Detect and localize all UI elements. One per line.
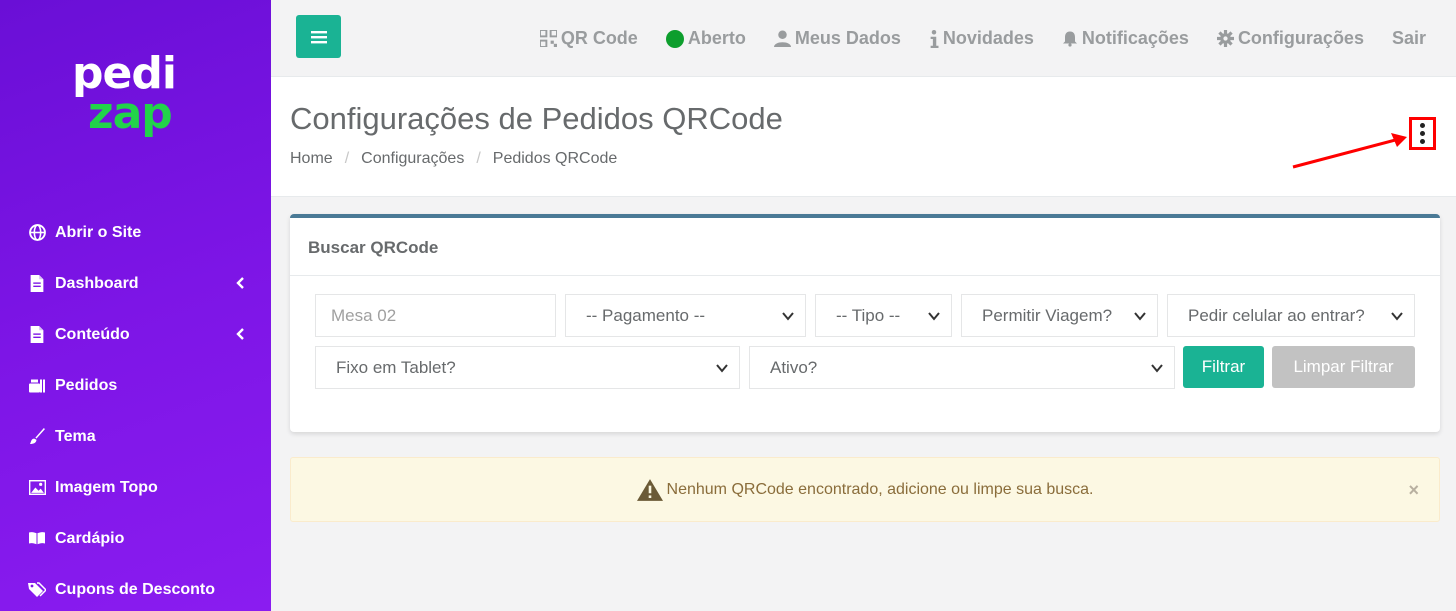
nav-status-aberto[interactable]: Aberto xyxy=(665,28,746,49)
nav-qrcode-label: QR Code xyxy=(560,28,638,48)
tablet-select[interactable]: Fixo em Tablet? xyxy=(315,346,740,389)
chevron-down-icon xyxy=(1151,364,1163,373)
food-icon xyxy=(28,377,46,395)
nav-novidades-label: Novidades xyxy=(942,28,1034,48)
sidebar-item-label: Pedidos xyxy=(55,376,118,394)
bell-icon xyxy=(1062,30,1078,47)
nav-meus-dados[interactable]: Meus Dados xyxy=(773,28,901,49)
nav-configuracoes-label: Configurações xyxy=(1237,28,1364,48)
info-icon xyxy=(929,29,939,48)
mesa-input-placeholder: Mesa 02 xyxy=(331,305,397,325)
book-icon xyxy=(28,530,46,548)
brush-icon xyxy=(28,428,46,446)
nav-aberto-label: Aberto xyxy=(687,28,746,48)
pagamento-select-value: -- Pagamento -- xyxy=(586,305,706,325)
chevron-down-icon xyxy=(782,312,794,321)
image-icon xyxy=(28,479,46,497)
logo-text-zap: zap xyxy=(88,88,173,139)
sidebar-item-imagem-topo[interactable]: Imagem Topo xyxy=(0,462,271,513)
alert-message: Nenhum QRCode encontrado, adicione ou li… xyxy=(666,480,1094,498)
sidebar-nav: Abrir o Site Dashboard Conteúdo Pedidos xyxy=(0,207,271,611)
page-title: Configurações de Pedidos QRCode xyxy=(290,101,783,136)
status-dot-icon xyxy=(665,29,684,48)
top-nav-links: QR Code Aberto Meus Dados Novidades Noti… xyxy=(512,0,1426,77)
viagem-select[interactable]: Permitir Viagem? xyxy=(961,294,1158,337)
kebab-dot xyxy=(1420,139,1425,144)
menu-toggle-button[interactable] xyxy=(296,15,341,58)
tablet-select-value: Fixo em Tablet? xyxy=(336,357,456,377)
nav-novidades[interactable]: Novidades xyxy=(929,28,1034,49)
file-icon xyxy=(28,326,46,344)
pedizap-logo[interactable]: pedi zap xyxy=(72,52,202,147)
breadcrumb-separator: / xyxy=(476,150,481,167)
empty-results-alert: Nenhum QRCode encontrado, adicione ou li… xyxy=(290,457,1440,522)
nav-qrcode[interactable]: QR Code xyxy=(539,28,638,49)
viagem-select-value: Permitir Viagem? xyxy=(982,305,1113,325)
breadcrumb-home[interactable]: Home xyxy=(290,150,333,168)
more-options-button[interactable] xyxy=(1409,117,1436,150)
nav-sair-label: Sair xyxy=(1391,28,1426,48)
nav-configuracoes[interactable]: Configurações xyxy=(1216,28,1364,49)
search-panel: Buscar QRCode Mesa 02 -- Pagamento -- --… xyxy=(290,214,1440,432)
sidebar-item-label: Dashboard xyxy=(55,274,139,292)
globe-icon xyxy=(28,224,46,242)
celular-select-value: Pedir celular ao entrar? xyxy=(1188,305,1365,325)
sidebar-item-pedidos[interactable]: Pedidos xyxy=(0,360,271,411)
chevron-down-icon xyxy=(928,312,940,321)
file-icon xyxy=(28,275,46,293)
tipo-select[interactable]: -- Tipo -- xyxy=(815,294,952,337)
pagamento-select[interactable]: -- Pagamento -- xyxy=(565,294,806,337)
breadcrumb-current: Pedidos QRCode xyxy=(492,150,618,167)
limpar-filtrar-button[interactable]: Limpar Filtrar xyxy=(1272,346,1415,388)
sidebar-item-label: Tema xyxy=(55,427,96,445)
sidebar-item-label: Imagem Topo xyxy=(55,478,158,496)
sidebar-item-label: Abrir o Site xyxy=(55,223,142,241)
nav-notificacoes-label: Notificações xyxy=(1081,28,1189,48)
kebab-dot xyxy=(1420,131,1425,136)
close-alert-button[interactable]: × xyxy=(1408,480,1419,501)
sidebar-item-label: Cardápio xyxy=(55,529,125,547)
sidebar-item-abrir-site[interactable]: Abrir o Site xyxy=(0,207,271,258)
breadcrumb-configuracoes[interactable]: Configurações xyxy=(361,150,464,168)
nav-sair[interactable]: Sair xyxy=(1392,28,1426,49)
ativo-select[interactable]: Ativo? xyxy=(749,346,1175,389)
sidebar-item-dashboard[interactable]: Dashboard xyxy=(0,258,271,309)
kebab-dot xyxy=(1420,123,1425,128)
top-navbar: QR Code Aberto Meus Dados Novidades Noti… xyxy=(271,0,1456,77)
tipo-select-value: -- Tipo -- xyxy=(836,305,901,325)
page-heading: Configurações de Pedidos QRCode Home / C… xyxy=(271,77,1456,197)
warning-icon xyxy=(636,478,663,501)
nav-meus-dados-label: Meus Dados xyxy=(794,28,901,48)
red-arrow-annotation xyxy=(1292,133,1407,169)
sidebar-item-label: Cupons de Desconto xyxy=(55,580,216,598)
chevron-down-icon xyxy=(1391,312,1403,321)
ativo-select-value: Ativo? xyxy=(770,357,818,377)
filtrar-button[interactable]: Filtrar xyxy=(1183,346,1264,388)
sidebar-item-conteudo[interactable]: Conteúdo xyxy=(0,309,271,360)
nav-notificacoes[interactable]: Notificações xyxy=(1062,28,1189,49)
chevron-down-icon xyxy=(716,364,728,373)
chevron-left-icon xyxy=(236,277,244,289)
sidebar-item-cardapio[interactable]: Cardápio xyxy=(0,513,271,564)
user-icon xyxy=(773,30,791,47)
celular-select[interactable]: Pedir celular ao entrar? xyxy=(1167,294,1415,337)
hamburger-icon xyxy=(310,30,327,43)
tags-icon xyxy=(28,581,46,599)
breadcrumb-separator: / xyxy=(344,150,350,167)
breadcrumb: Home / Configurações / Pedidos QRCode xyxy=(290,150,617,168)
gear-icon xyxy=(1216,30,1234,47)
chevron-left-icon xyxy=(236,328,244,340)
sidebar-item-tema[interactable]: Tema xyxy=(0,411,271,462)
sidebar-item-cupons[interactable]: Cupons de Desconto xyxy=(0,564,271,611)
chevron-down-icon xyxy=(1134,312,1146,321)
search-panel-title: Buscar QRCode xyxy=(290,218,1440,276)
qrcode-icon xyxy=(539,30,557,47)
sidebar: pedi zap Abrir o Site Dashboard Conteúdo xyxy=(0,0,271,611)
sidebar-item-label: Conteúdo xyxy=(55,325,130,343)
mesa-input[interactable]: Mesa 02 xyxy=(315,294,556,337)
